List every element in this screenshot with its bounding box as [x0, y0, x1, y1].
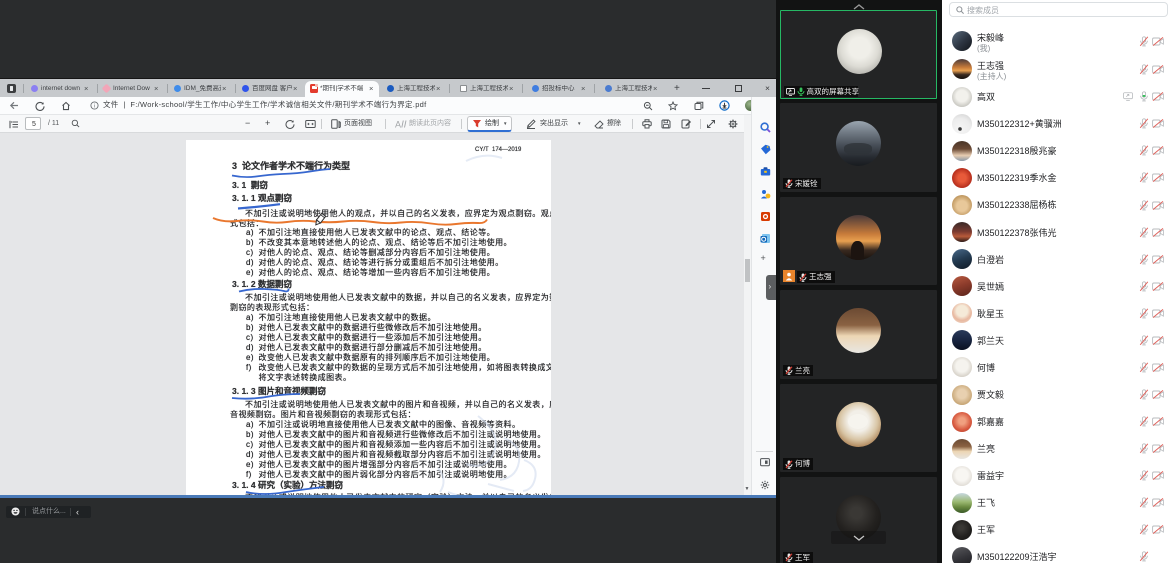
svg-text:A: A	[395, 119, 401, 129]
svg-text:i: i	[94, 104, 95, 110]
